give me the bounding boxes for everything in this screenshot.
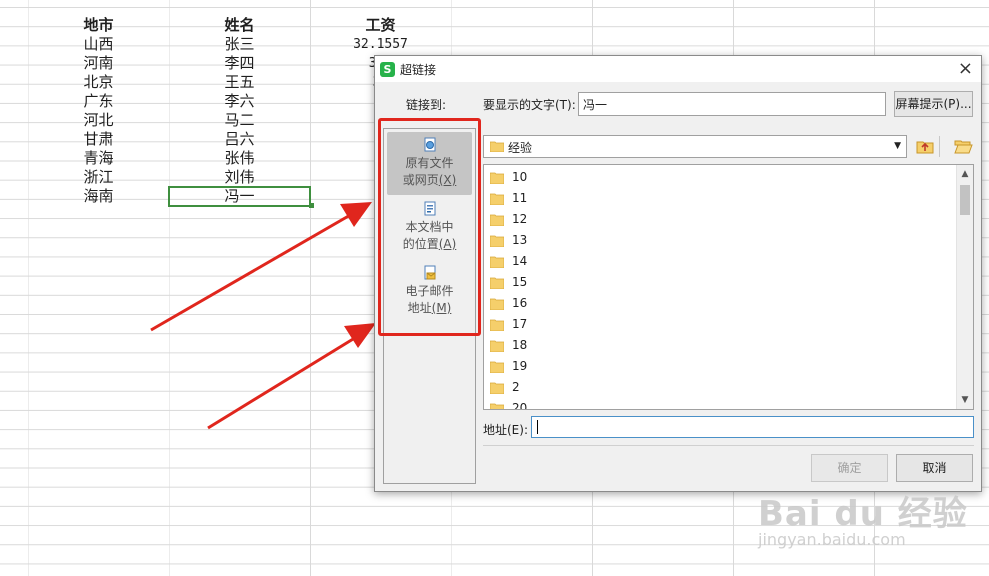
- folder-icon: [489, 172, 505, 185]
- list-item-label: 20: [512, 401, 528, 410]
- folder-icon: [489, 382, 505, 395]
- scroll-up-icon[interactable]: ▲: [957, 166, 973, 182]
- list-item[interactable]: 20: [489, 398, 528, 410]
- folder-icon: [489, 319, 505, 332]
- cell-name[interactable]: 张三: [169, 35, 310, 54]
- cell-salary[interactable]: 32.1557: [310, 35, 451, 54]
- list-item-label: 19: [512, 359, 528, 373]
- cell-name[interactable]: 李六: [169, 92, 310, 111]
- list-item[interactable]: 13: [489, 230, 528, 251]
- folder-icon: [489, 361, 505, 374]
- cell-region[interactable]: 青海: [28, 149, 169, 168]
- folder-icon: [489, 340, 505, 353]
- cancel-button[interactable]: 取消: [896, 454, 973, 482]
- cell-region[interactable]: 北京: [28, 73, 169, 92]
- folder-icon: [489, 235, 505, 248]
- scroll-thumb[interactable]: [960, 185, 970, 215]
- header-salary[interactable]: 工资: [310, 16, 451, 35]
- list-item-label: 12: [512, 212, 528, 226]
- scroll-down-icon[interactable]: ▼: [957, 392, 973, 408]
- cell-name[interactable]: 李四: [169, 54, 310, 73]
- file-list[interactable]: 10 11 12 13 14 15 16 17 18 19 2 20 ▲ ▼: [483, 164, 974, 410]
- header-name[interactable]: 姓名: [169, 16, 310, 35]
- list-item[interactable]: 14: [489, 251, 528, 272]
- cell-name[interactable]: 刘伟: [169, 168, 310, 187]
- highlight-box: [378, 118, 481, 336]
- list-item[interactable]: 19: [489, 356, 528, 377]
- address-input[interactable]: [531, 416, 974, 438]
- toolbar-divider: [939, 136, 940, 157]
- list-item[interactable]: 17: [489, 314, 528, 335]
- list-item[interactable]: 10: [489, 167, 528, 188]
- list-item-label: 17: [512, 317, 528, 331]
- list-item[interactable]: 16: [489, 293, 528, 314]
- folder-dropdown-value: 经验: [508, 141, 533, 155]
- vertical-scrollbar[interactable]: ▲ ▼: [956, 165, 973, 409]
- folder-icon: [489, 298, 505, 311]
- cell-region[interactable]: 浙江: [28, 168, 169, 187]
- folder-icon: [490, 141, 504, 152]
- divider: [483, 445, 974, 446]
- baidu-watermark-url: jingyan.baidu.com: [758, 530, 906, 549]
- list-item-label: 15: [512, 275, 528, 289]
- cell-name[interactable]: 王五: [169, 73, 310, 92]
- hyperlink-dialog: S 超链接 × 链接到: 要显示的文字(T): 冯一 屏幕提示(P)... 原有…: [374, 55, 982, 492]
- list-item[interactable]: 15: [489, 272, 528, 293]
- display-text-input[interactable]: 冯一: [578, 92, 886, 116]
- list-item[interactable]: 2: [489, 377, 520, 398]
- folder-icon: [489, 214, 505, 227]
- header-region[interactable]: 地市: [28, 16, 169, 35]
- dialog-titlebar[interactable]: S 超链接 ×: [375, 56, 981, 82]
- list-item-label: 18: [512, 338, 528, 352]
- text-caret: [537, 420, 538, 434]
- open-folder-icon[interactable]: [953, 136, 973, 156]
- list-item[interactable]: 12: [489, 209, 528, 230]
- fill-handle[interactable]: [309, 203, 314, 208]
- cell-region[interactable]: 甘肃: [28, 130, 169, 149]
- list-item-label: 14: [512, 254, 528, 268]
- cell-name[interactable]: 马二: [169, 111, 310, 130]
- cell-region[interactable]: 河南: [28, 54, 169, 73]
- folder-icon: [489, 256, 505, 269]
- screen-tip-button[interactable]: 屏幕提示(P)...: [894, 91, 973, 117]
- list-item-label: 16: [512, 296, 528, 310]
- chevron-down-icon[interactable]: ▼: [894, 141, 901, 151]
- cell-region[interactable]: 广东: [28, 92, 169, 111]
- close-icon[interactable]: ×: [958, 58, 973, 79]
- ok-button[interactable]: 确定: [811, 454, 888, 482]
- folder-icon: [489, 277, 505, 290]
- baidu-watermark-logo: Bai du 经验: [758, 494, 968, 534]
- list-item-label: 2: [512, 380, 520, 394]
- cell-region[interactable]: 河北: [28, 111, 169, 130]
- list-item-label: 11: [512, 191, 528, 205]
- selected-cell[interactable]: 冯一: [168, 186, 311, 207]
- folder-up-icon[interactable]: [915, 136, 935, 156]
- list-item[interactable]: 11: [489, 188, 528, 209]
- folder-icon: [489, 403, 505, 409]
- dialog-title: 超链接: [400, 63, 437, 77]
- wps-app-icon: S: [380, 62, 395, 77]
- list-item-label: 13: [512, 233, 528, 247]
- cell-name[interactable]: 吕六: [169, 130, 310, 149]
- folder-icon: [489, 193, 505, 206]
- cell-name[interactable]: 张伟: [169, 149, 310, 168]
- display-text-label: 要显示的文字(T):: [483, 98, 576, 112]
- cell-region[interactable]: 海南: [28, 187, 169, 206]
- folder-dropdown[interactable]: 经验 ▼: [483, 135, 907, 158]
- address-label: 地址(E):: [483, 423, 528, 437]
- cell-region[interactable]: 山西: [28, 35, 169, 54]
- list-item[interactable]: 18: [489, 335, 528, 356]
- link-to-label: 链接到:: [406, 98, 447, 112]
- list-item-label: 10: [512, 170, 528, 184]
